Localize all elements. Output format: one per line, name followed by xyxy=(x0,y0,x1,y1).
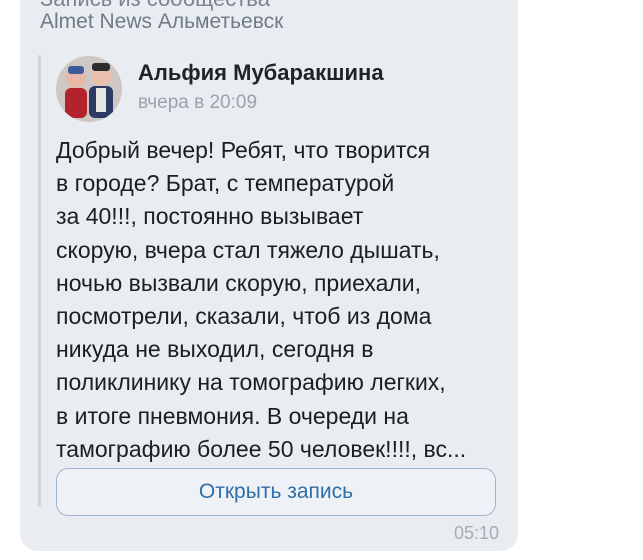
community-name[interactable]: Almet News Альметьевск xyxy=(40,10,283,34)
post-text-line: тамографию более 50 человек!!!!, вс... xyxy=(56,435,467,462)
post-text-line: в городе? Брат, с температурой xyxy=(56,170,395,197)
post-time: вчера в 20:09 xyxy=(138,92,258,113)
post-text-line: за 40!!!, постоянно вызывает xyxy=(56,203,364,230)
avatar-image-icon xyxy=(56,56,122,122)
author-avatar[interactable] xyxy=(56,56,122,122)
post-text-line: поликлинику на томографию легких, xyxy=(56,369,446,396)
post-text-line: скорую, вчера стал тяжело дышать, xyxy=(56,236,440,263)
post-text-line: никуда не выходил, сегодня в xyxy=(56,336,374,363)
post-text-line: ночью вызвали скорую, приехали, xyxy=(56,269,422,296)
post-text-line: в итоге пневмония. В очереди на xyxy=(56,402,409,429)
open-post-button[interactable]: Открыть запись xyxy=(56,468,496,516)
quote-bar xyxy=(38,55,41,507)
message-time: 05:10 xyxy=(454,523,500,543)
post-author[interactable]: Альфия Мубаракшина xyxy=(138,60,384,86)
post-text-line: Добрый вечер! Ребят, что творится xyxy=(56,137,431,163)
post-text: Добрый вечер! Ребят, что творится в горо… xyxy=(56,134,506,466)
post-text-line: посмотрели, сказали, чтоб из дома xyxy=(56,303,432,330)
